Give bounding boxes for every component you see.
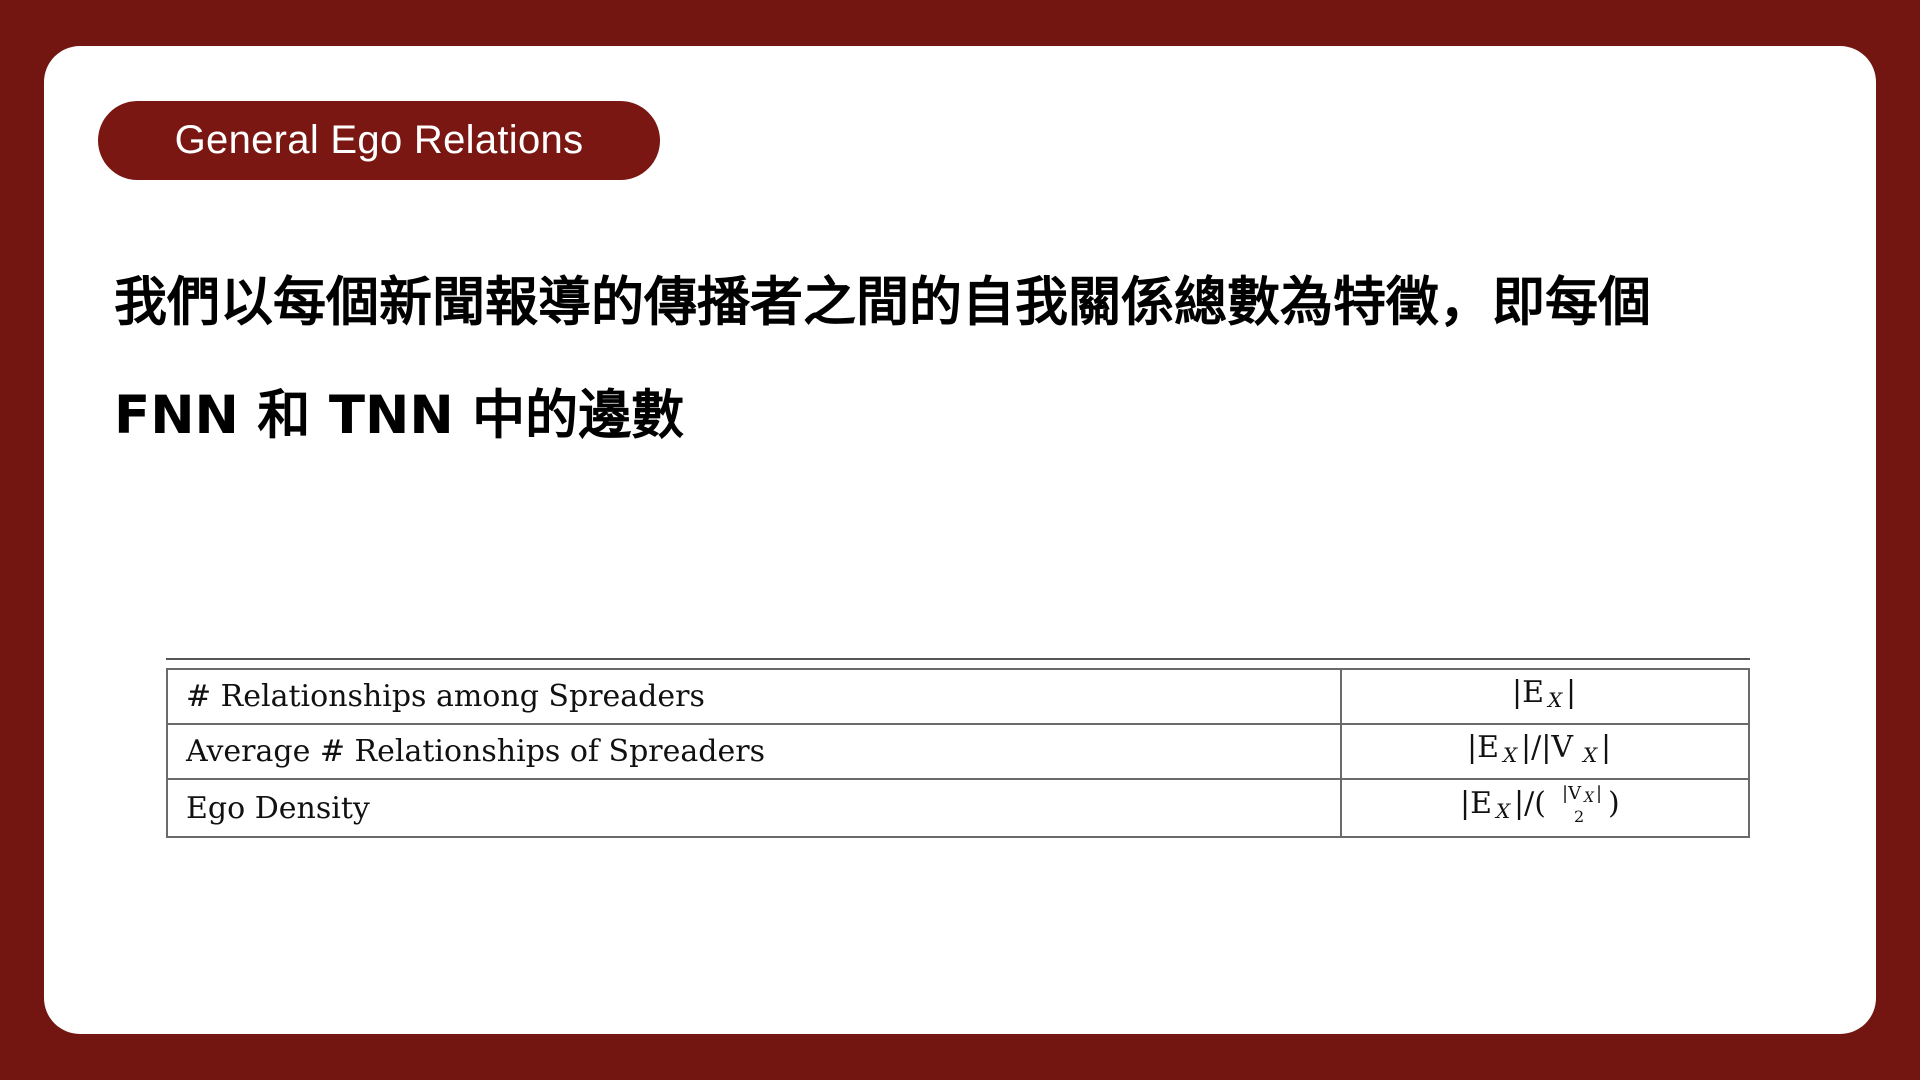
features-table: # Relationships among Spreaders |E X | A… [166,668,1750,838]
formula-ego-density: |E X |/( |V X | 2 ) [1460,783,1620,826]
svg-text:|E: |E [1467,730,1499,765]
svg-text:|E: |E [1512,675,1544,710]
svg-text:|/(: |/( [1514,786,1546,821]
svg-text:): ) [1608,786,1620,821]
svg-text:2: 2 [1574,807,1584,826]
svg-text:X: X [1581,743,1598,767]
svg-text:|: | [1596,783,1602,804]
svg-text:|/|V: |/|V [1521,730,1574,765]
row-label: Ego Density [166,778,1342,838]
slide-title: General Ego Relations [98,101,660,180]
slide-card: General Ego Relations 我們以每個新聞報導的傳播者之間的自我… [44,46,1876,1034]
row-formula: |E X |/( |V X | 2 ) [1340,778,1750,838]
svg-text:X: X [1494,799,1511,823]
table-top-rule [166,658,1750,660]
row-label: Average # Relationships of Spreaders [166,723,1342,780]
svg-text:|: | [1601,730,1611,765]
svg-text:X: X [1501,743,1518,767]
slide-body-text: 我們以每個新聞報導的傳播者之間的自我關係總數為特徵，即每個 FNN 和 TNN … [114,272,1651,446]
svg-text:|: | [1566,675,1576,710]
feature-table: # Relationships among Spreaders |E X | A… [166,658,1750,838]
table-row: Average # Relationships of Spreaders |E … [166,723,1750,780]
formula-edges-per-node: |E X |/|V X | [1467,730,1611,767]
formula-edge-count: |E X | [1512,675,1576,712]
svg-text:X: X [1546,688,1563,712]
svg-text:|E: |E [1460,786,1492,821]
svg-text:|V: |V [1562,783,1582,804]
svg-text:X: X [1583,790,1595,806]
table-row: Ego Density |E X |/( |V X | 2 ) [166,778,1750,838]
table-row: # Relationships among Spreaders |E X | [166,668,1750,725]
row-formula: |E X | [1340,668,1750,725]
row-label: # Relationships among Spreaders [166,668,1342,725]
row-formula: |E X |/|V X | [1340,723,1750,780]
